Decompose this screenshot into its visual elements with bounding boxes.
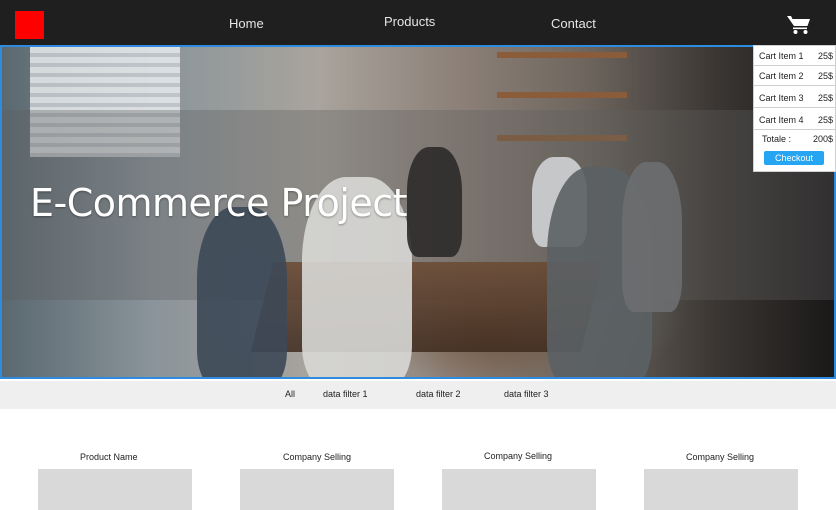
filter-1[interactable]: data filter 1 (323, 381, 368, 409)
cart-total-amount: 200$ (812, 134, 833, 144)
cart-item-name: Cart Item 4 (759, 115, 804, 125)
company-selling-label: Company Selling (283, 452, 352, 462)
cart-item-price: 25$ (817, 51, 833, 61)
checkout-button[interactable]: Checkout (764, 151, 824, 165)
filter-3[interactable]: data filter 3 (504, 381, 549, 409)
hero-person (622, 162, 682, 312)
filter-all[interactable]: All (285, 381, 295, 409)
product-card[interactable] (442, 469, 596, 510)
product-card[interactable] (38, 469, 192, 510)
product-card[interactable] (644, 469, 798, 510)
cart-total-row: Totale : 200$ (754, 134, 835, 152)
hero-person (407, 147, 462, 257)
company-selling-label: Company Selling (686, 452, 755, 462)
cart-item-row: Cart Item 2 25$ (754, 66, 835, 86)
cart-item-name: Cart Item 3 (759, 93, 804, 103)
hero-title: E-Commerce Project (30, 181, 408, 225)
product-name-label: Product Name (80, 452, 138, 462)
company-selling-label: Company Selling (484, 451, 553, 461)
cart-item-price: 25$ (817, 71, 833, 81)
hero-shelf (497, 52, 627, 58)
hero-person (197, 207, 287, 377)
cart-icon[interactable] (786, 13, 812, 35)
nav-contact-link[interactable]: Contact (551, 0, 596, 45)
cart-item-name: Cart Item 2 (759, 71, 804, 81)
cart-item-row: Cart Item 1 25$ (754, 46, 835, 66)
cart-dropdown: Cart Item 1 25$ Cart Item 2 25$ Cart Ite… (753, 45, 836, 172)
cart-item-price: 25$ (817, 115, 833, 125)
hero-banner: E-Commerce Project (0, 45, 836, 379)
cart-item-name: Cart Item 1 (759, 51, 804, 61)
product-card[interactable] (240, 469, 394, 510)
cart-item-row: Cart Item 4 25$ (754, 110, 835, 130)
nav-home-link[interactable]: Home (229, 0, 264, 45)
cart-item-price: 25$ (817, 93, 833, 103)
cart-item-row: Cart Item 3 25$ (754, 88, 835, 108)
hero-shelf (497, 92, 627, 98)
filter-bar: All data filter 1 data filter 2 data fil… (0, 381, 836, 409)
top-nav: Home Products Contact (0, 0, 836, 45)
logo[interactable] (15, 11, 44, 39)
nav-products-link[interactable]: Products (384, 0, 435, 45)
filter-2[interactable]: data filter 2 (416, 381, 461, 409)
cart-total-label: Totale : (762, 134, 792, 144)
